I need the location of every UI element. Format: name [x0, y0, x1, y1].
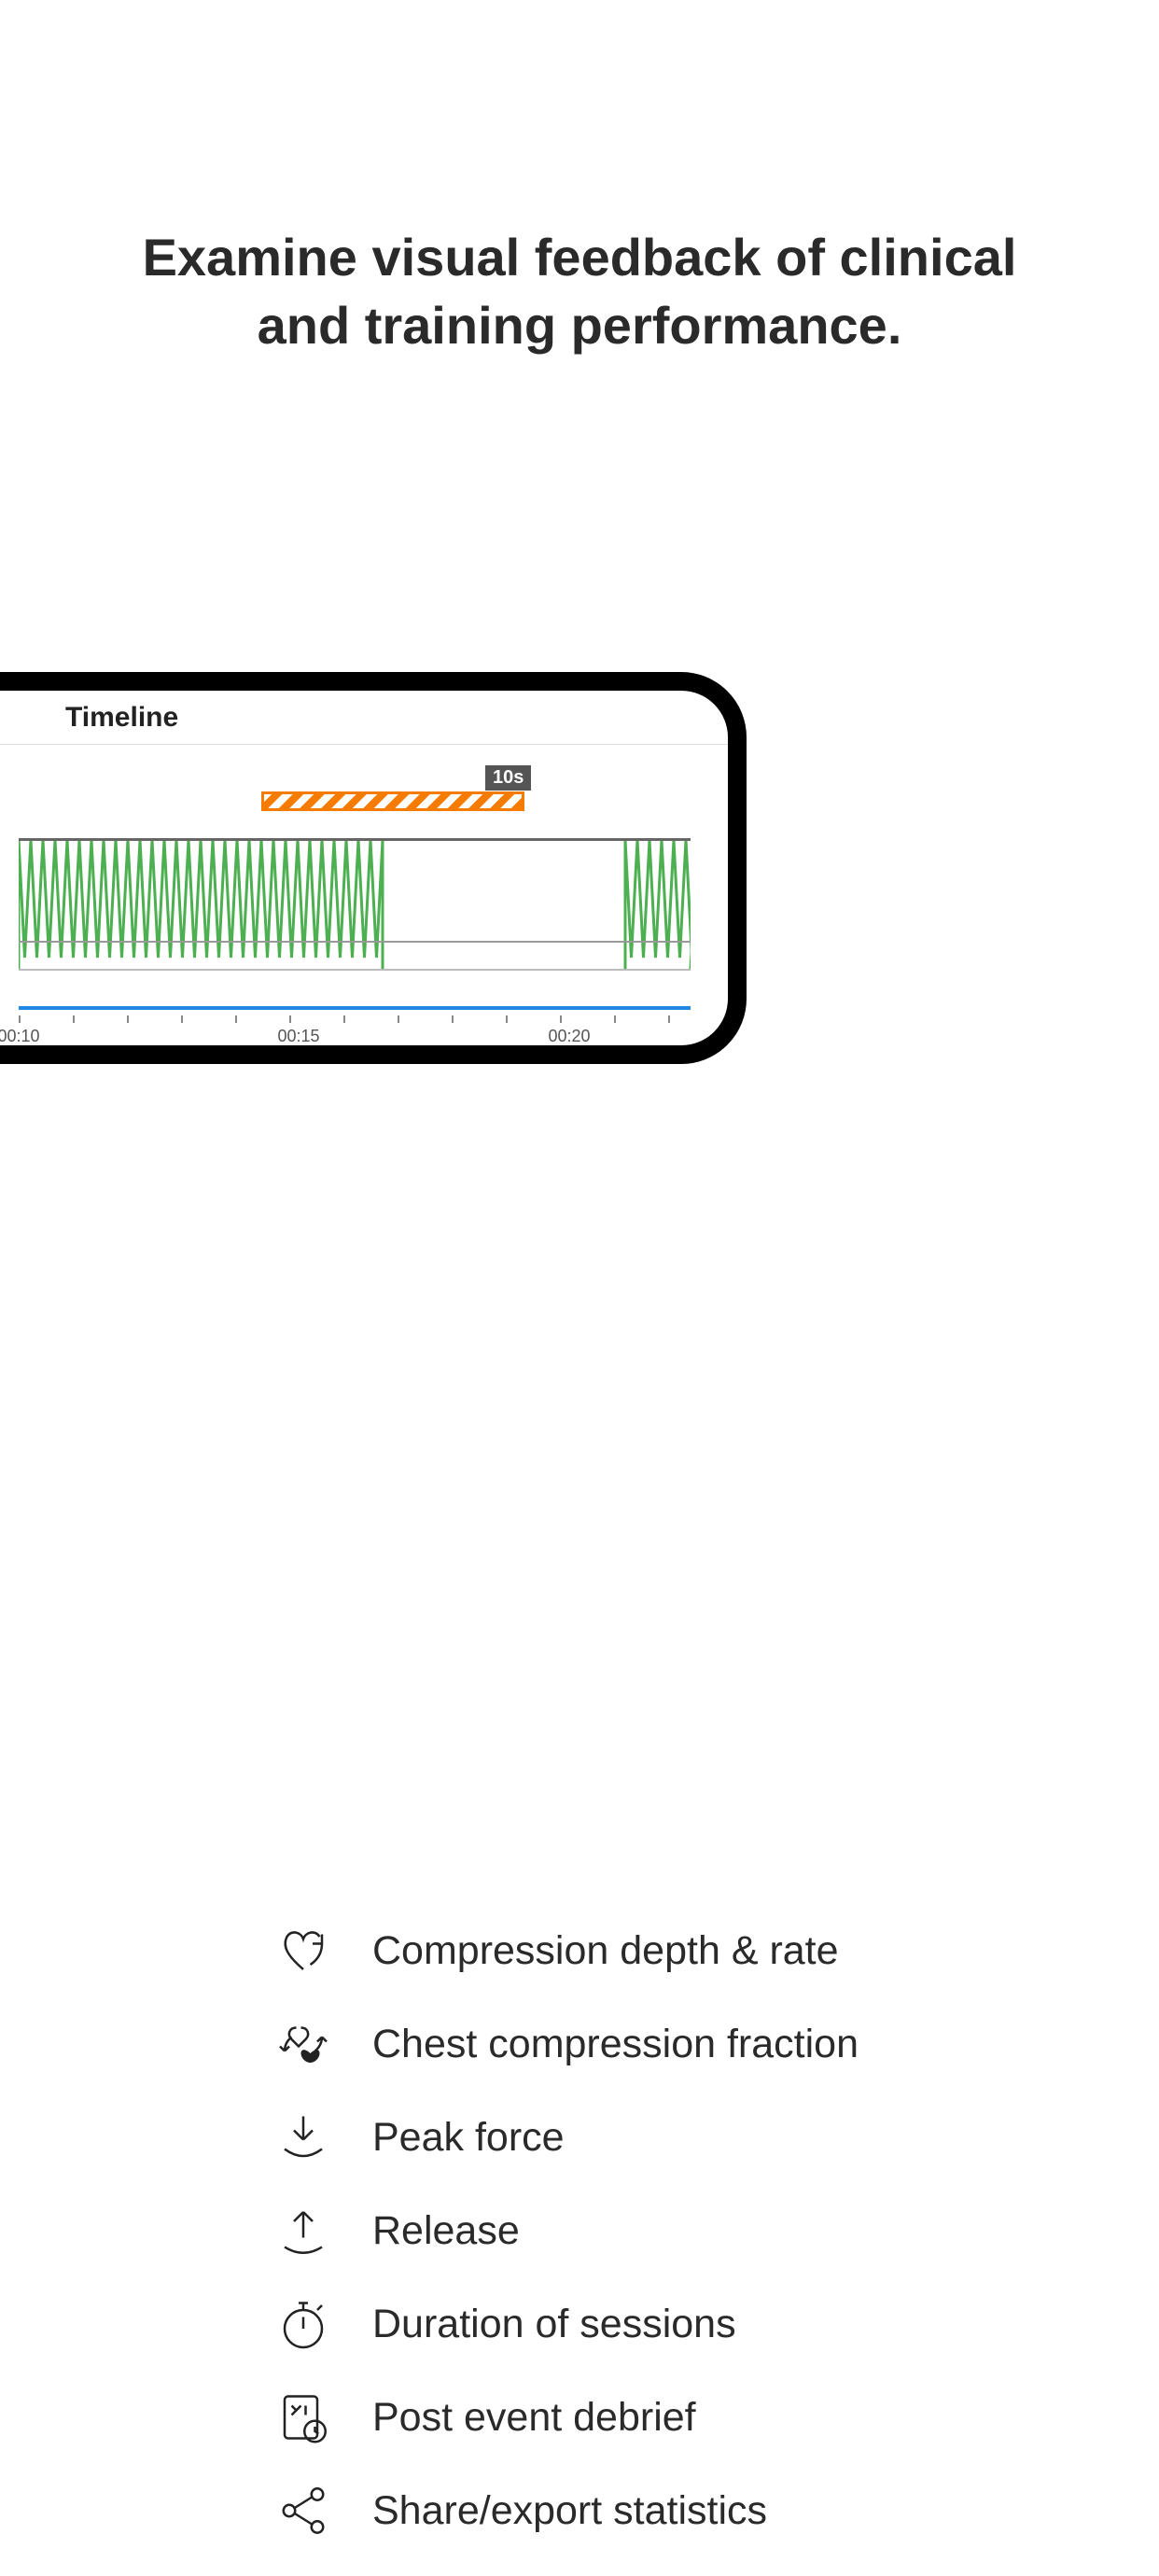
tick	[73, 1015, 75, 1023]
baseline	[19, 969, 691, 971]
compression-waveform	[19, 838, 691, 969]
device-mockup: Timeline 10s 00:10 00:15 00:20	[0, 672, 747, 1064]
tick-label: 00:10	[0, 1027, 40, 1046]
feature-label: Chest compression fraction	[372, 2022, 859, 2067]
target-depth-upper-line	[19, 838, 691, 841]
app-header: Timeline	[0, 691, 728, 745]
feature-peak-force: Peak force	[275, 2109, 929, 2165]
tick	[181, 1015, 183, 1023]
tick-label: 00:20	[548, 1027, 590, 1046]
tick	[343, 1015, 345, 1023]
feature-compression-depth-rate: Compression depth & rate	[275, 1923, 929, 1979]
tick	[127, 1015, 129, 1023]
share-icon	[275, 2483, 331, 2539]
tick	[452, 1015, 454, 1023]
feature-list: Compression depth & rate Chest compressi…	[275, 1923, 929, 2576]
feature-label: Compression depth & rate	[372, 1928, 839, 1974]
timeline-tab-label[interactable]: Timeline	[65, 702, 178, 734]
feature-duration: Duration of sessions	[275, 2296, 929, 2352]
pause-duration-badge: 10s	[485, 765, 531, 791]
session-duration-bar	[19, 1006, 691, 1010]
heart-refresh-icon	[275, 1923, 331, 1979]
tick	[19, 1015, 21, 1023]
tick-label: 00:15	[277, 1027, 319, 1046]
feature-chest-compression-fraction: Chest compression fraction	[275, 2016, 929, 2072]
feature-label: Post event debrief	[372, 2395, 696, 2441]
tick	[506, 1015, 508, 1023]
report-clock-icon	[275, 2389, 331, 2445]
arrow-down-curve-icon	[275, 2109, 331, 2165]
feature-label: Release	[372, 2208, 520, 2254]
tick	[289, 1015, 291, 1023]
feature-share-export: Share/export statistics	[275, 2483, 929, 2539]
waveform-svg	[19, 838, 691, 973]
time-axis: 00:10 00:15 00:20	[19, 1015, 691, 1043]
stopwatch-icon	[275, 2296, 331, 2352]
feature-label: Duration of sessions	[372, 2302, 736, 2347]
feature-release: Release	[275, 2203, 929, 2259]
tick	[398, 1015, 399, 1023]
feature-label: Peak force	[372, 2115, 565, 2161]
target-depth-lower-line	[19, 941, 691, 943]
heart-cycle-icon	[275, 2016, 331, 2072]
arrow-up-curve-icon	[275, 2203, 331, 2259]
timeline-chart: 10s 00:10 00:15 00:20	[0, 745, 728, 1034]
tick	[235, 1015, 237, 1023]
pause-indicator-bar	[261, 791, 524, 811]
tick	[668, 1015, 670, 1023]
headline: Examine visual feedback of clinical and …	[0, 224, 1159, 360]
feature-label: Share/export statistics	[372, 2488, 767, 2534]
feature-post-event-debrief: Post event debrief	[275, 2389, 929, 2445]
tick	[614, 1015, 616, 1023]
tick	[560, 1015, 562, 1023]
